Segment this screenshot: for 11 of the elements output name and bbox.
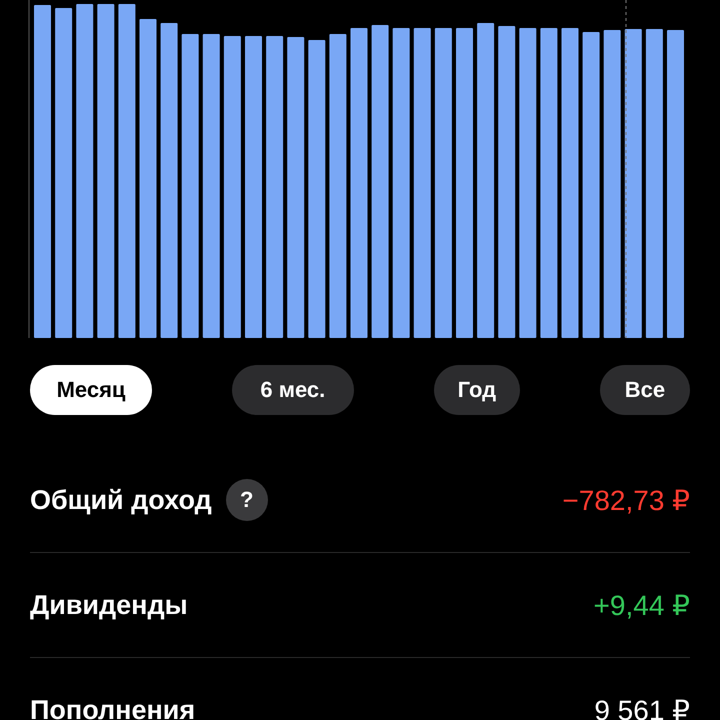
summary-label: Общий доход: [30, 484, 212, 516]
summary-value: +9,44 ₽: [594, 588, 690, 622]
summary-value: −782,73 ₽: [562, 484, 690, 516]
help-button[interactable]: ?: [226, 479, 268, 521]
summary-label: Дивиденды: [30, 590, 188, 620]
summary-label: Пополнения: [30, 694, 196, 720]
summary-value: 9 561 ₽: [594, 694, 690, 720]
period-tab[interactable]: Месяц: [30, 365, 152, 415]
period-tab[interactable]: 6 мес.: [232, 365, 354, 415]
period-tab[interactable]: Все: [600, 365, 690, 415]
period-tab[interactable]: Год: [434, 365, 520, 415]
